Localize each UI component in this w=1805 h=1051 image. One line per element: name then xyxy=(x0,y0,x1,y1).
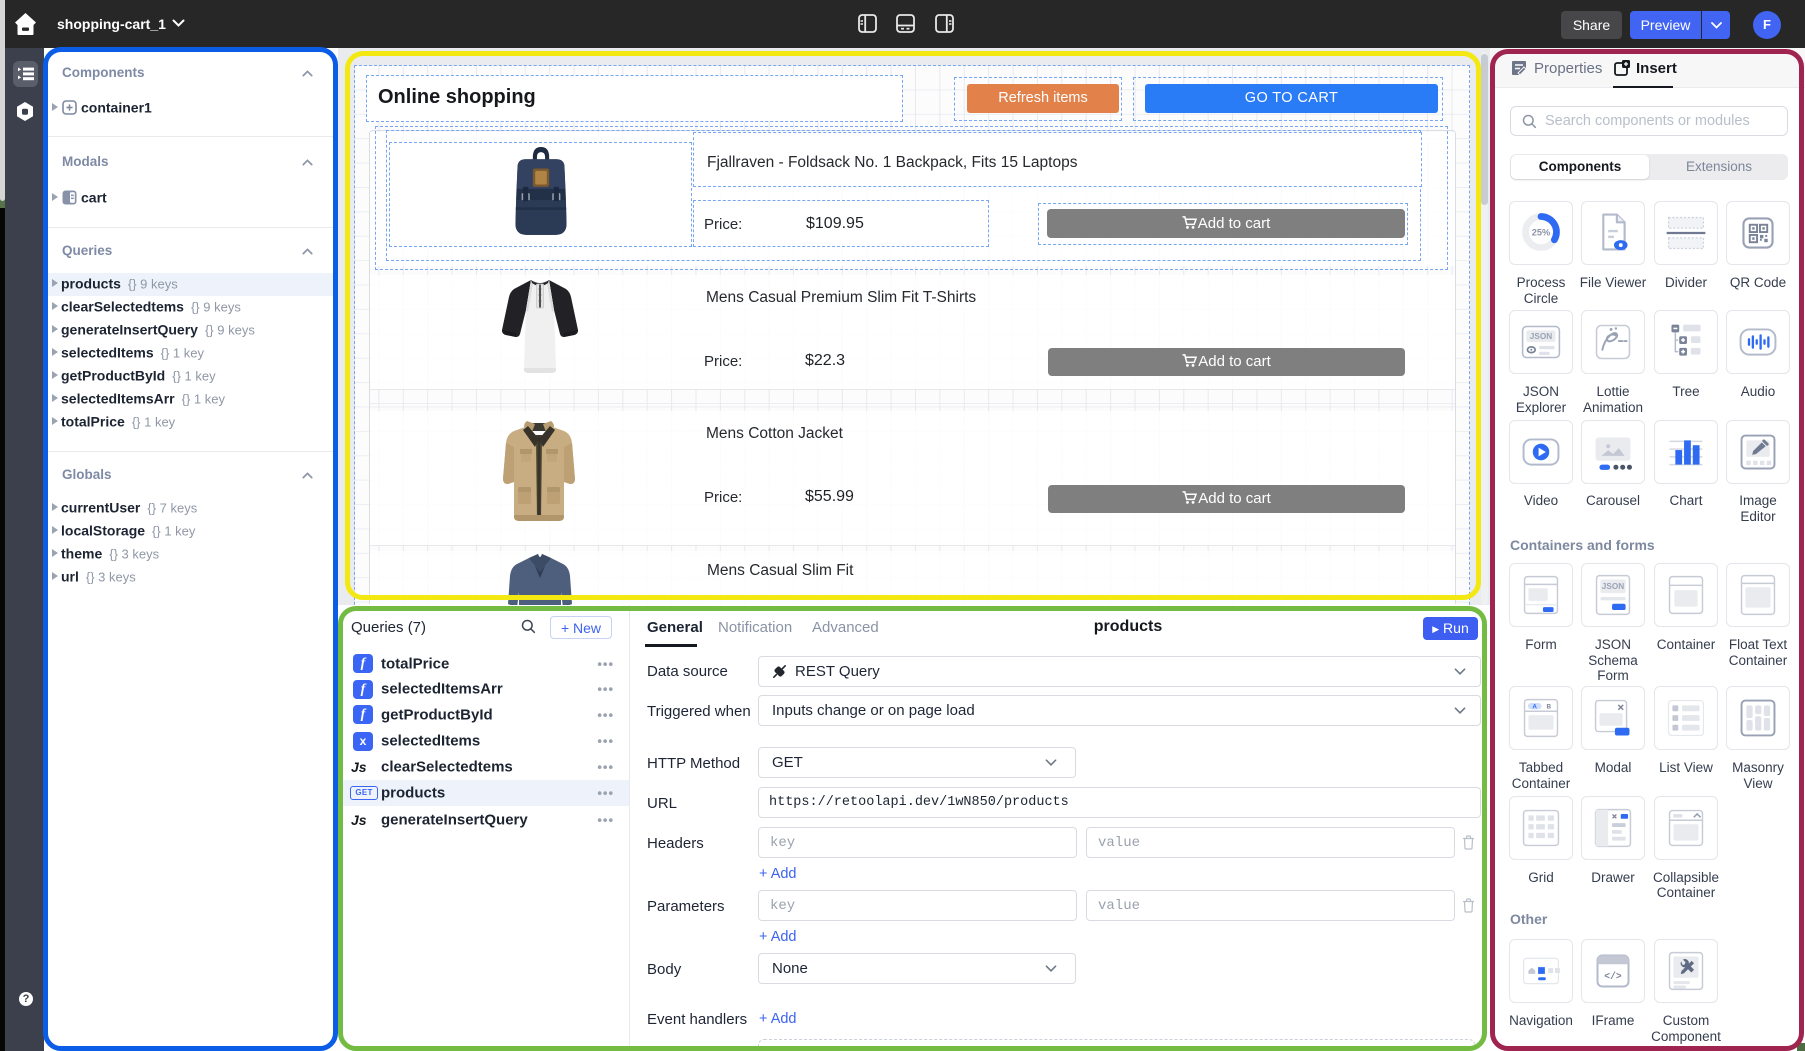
svg-text:25%: 25% xyxy=(1532,227,1550,237)
svg-text:JSON: JSON xyxy=(1602,582,1624,591)
svg-text:JSON: JSON xyxy=(1530,332,1552,341)
svg-text:A: A xyxy=(1532,703,1537,710)
svg-text:B: B xyxy=(1546,703,1551,710)
svg-text:</>: </> xyxy=(1604,971,1622,982)
